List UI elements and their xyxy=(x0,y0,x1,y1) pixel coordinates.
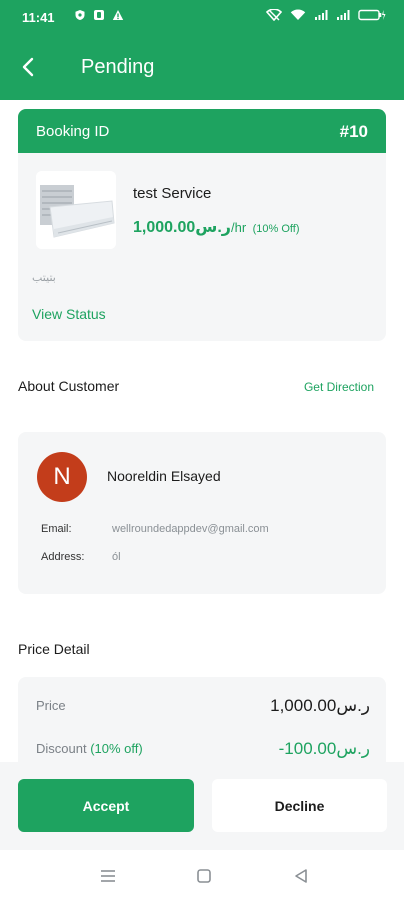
page-title: Pending xyxy=(81,56,155,78)
discount-label: Discount xyxy=(36,741,87,756)
accept-button[interactable]: Accept xyxy=(18,779,194,832)
hotspot-icon xyxy=(266,9,282,21)
booking-id-value: #10 xyxy=(339,122,368,141)
status-left-icons xyxy=(74,9,124,21)
decline-button[interactable]: Decline xyxy=(212,779,387,832)
menu-icon xyxy=(101,870,115,882)
service-name: test Service xyxy=(133,185,212,202)
app-bar: Pending xyxy=(0,34,404,100)
service-price: 1,000.00ر.س xyxy=(133,219,232,236)
service-image xyxy=(36,171,116,249)
wifi-icon xyxy=(290,9,306,20)
price-label: Price xyxy=(36,698,66,713)
battery-icon xyxy=(358,9,386,21)
get-direction-link[interactable]: Get Direction xyxy=(304,380,374,394)
app-icon xyxy=(94,10,104,20)
menu-button[interactable] xyxy=(98,866,118,886)
warning-icon xyxy=(112,10,124,20)
customer-name: Nooreldin Elsayed xyxy=(107,468,221,484)
customer-address: ól xyxy=(112,551,121,563)
discount-badge: (10% Off) xyxy=(252,223,300,235)
status-bar: 11:41 xyxy=(0,0,404,34)
customer-card: N Nooreldin Elsayed Email: wellroundedap… xyxy=(18,432,386,594)
status-time: 11:41 xyxy=(22,10,55,25)
action-panel: Accept Decline xyxy=(0,762,404,850)
booking-header: Booking ID #10 xyxy=(18,109,386,153)
avatar: N xyxy=(37,452,87,502)
booking-card: Booking ID #10 test Service 1,000.00ر.س/… xyxy=(18,109,386,341)
booking-id-label: Booking ID xyxy=(36,123,110,140)
back-button[interactable] xyxy=(14,52,42,82)
view-status-link[interactable]: View Status xyxy=(32,306,106,322)
home-square-icon xyxy=(197,869,211,883)
discount-row-label: Discount (10% off) xyxy=(36,741,143,756)
service-price-row: 1,000.00ر.س/hr (10% Off) xyxy=(133,217,300,237)
status-right-icons xyxy=(266,9,386,21)
price-value: 1,000.00ر.س xyxy=(270,696,370,715)
customer-email: wellroundedappdev@gmail.com xyxy=(112,523,269,535)
back-triangle-icon xyxy=(295,869,307,883)
address-label: Address: xyxy=(41,551,85,563)
discount-percent: (10% off) xyxy=(90,741,143,756)
air-conditioner-image xyxy=(36,171,116,249)
discount-value: -100.00ر.س xyxy=(278,739,370,758)
system-back-button[interactable] xyxy=(291,866,311,886)
chevron-left-icon xyxy=(22,57,34,77)
system-nav-bar xyxy=(0,850,404,900)
home-button[interactable] xyxy=(194,866,214,886)
shield-icon xyxy=(75,10,85,20)
signal-icon xyxy=(315,10,328,20)
signal-icon xyxy=(337,10,350,20)
service-description: بتيتب xyxy=(32,272,56,284)
email-label: Email: xyxy=(41,523,72,535)
price-detail-title: Price Detail xyxy=(18,641,90,657)
about-customer-title: About Customer xyxy=(18,378,120,394)
price-unit: /hr xyxy=(231,220,247,235)
